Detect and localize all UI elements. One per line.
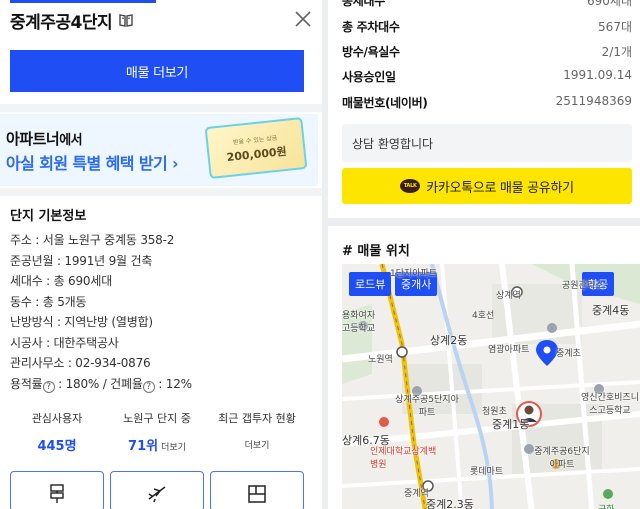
roadview-button[interactable]: 로드뷰 xyxy=(349,272,392,296)
info-ratio: 용적률? : 180% / 건폐율? : 12% xyxy=(10,375,192,396)
detail-listing-number: 매물번호(네이버) 2511948369 xyxy=(342,94,632,114)
info-constructor: 시공사 : 대한주택공사 xyxy=(10,335,119,350)
detail-approval: 사용승인일 1991.09.14 xyxy=(342,68,632,88)
map-label: 상계2동 xyxy=(430,334,468,347)
map-label: 롯데마트 xyxy=(470,467,504,477)
map-label: 상계주공5단지아파트 xyxy=(395,395,459,418)
location-title: # 매물 위치 xyxy=(342,244,410,259)
basic-info-list: 주소 : 서울 노원구 중계동 358-2 준공년월 : 1991년 9월 건축… xyxy=(10,231,192,395)
divider xyxy=(0,188,322,196)
more-listings-button[interactable]: 매물 더보기 xyxy=(10,50,304,92)
stat-rank-label: 노원구 단지 중 xyxy=(123,412,191,425)
map-label: 용화여자고등학교 xyxy=(342,311,376,334)
info-office: 관리사무소 : 02-934-0876 xyxy=(10,356,151,370)
map-label: 염광아파트 xyxy=(488,345,530,355)
ratio-suffix: : 12% xyxy=(154,376,192,391)
coupon-value: 200,000원 xyxy=(225,144,288,164)
detail-value: 690세대 xyxy=(587,0,632,8)
stat-interest-value: 445명 xyxy=(37,439,77,454)
detail-value: 2/1개 xyxy=(601,45,632,59)
top-button-edge[interactable] xyxy=(10,0,156,3)
stat-gap-label: 최근 갭투자 현황 xyxy=(218,412,296,425)
coupon-image: 받을 수 있는 상금 200,000원 xyxy=(204,117,308,179)
map-label: 영신간호비즈니스고등학교 xyxy=(581,393,639,416)
listing-panel: 총세대수 690세대 총 주차대수 567대 방수/욕실수 2/1개 사용승인일… xyxy=(328,0,640,509)
consult-message: 상담 환영합니다 xyxy=(342,124,632,162)
detail-label: 총세대수 xyxy=(342,0,385,8)
close-icon[interactable] xyxy=(292,8,314,30)
airplane-icon xyxy=(148,486,166,503)
complex-title: 중계주공4단지 xyxy=(10,12,113,33)
rank-more-link[interactable]: 더보기 xyxy=(161,443,186,453)
map-label: 상계역 xyxy=(496,291,521,301)
map-label: 인제대학교상계백병원 xyxy=(370,447,437,470)
map-label: 중계4동 xyxy=(592,304,630,317)
info-address: 주소 : 서울 노원구 중계동 358-2 xyxy=(10,233,175,247)
stat-interest-label: 관심사용자 xyxy=(31,412,83,425)
map-label: 4호선 xyxy=(472,311,495,321)
kakao-share-button[interactable]: TALK 카카오톡으로 매물 공유하기 xyxy=(342,168,632,204)
signpost-button[interactable] xyxy=(10,471,104,509)
ratio-label: 용적률 xyxy=(10,376,43,391)
gap-more-link[interactable]: 더보기 xyxy=(245,438,270,451)
stats-row: 관심사용자 445명 노원구 단지 중 71위 더보기 최근 갭투자 현황 더보기 xyxy=(0,410,322,460)
banner-line2: 아실 회원 특별 혜택 받기 › xyxy=(6,154,179,173)
signpost-icon xyxy=(50,484,64,503)
promo-banner[interactable]: 아파트너에서 아실 회원 특별 혜택 받기 › 받을 수 있는 상금 200,0… xyxy=(0,114,318,186)
help-icon[interactable]: ? xyxy=(142,380,155,393)
floorplan-icon xyxy=(248,485,266,503)
detail-rooms: 방수/욕실수 2/1개 xyxy=(342,43,632,63)
detail-value: 1991.09.14 xyxy=(563,68,632,82)
complex-header: 중계주공4단지 xyxy=(10,8,134,33)
map-label: 1단지아파트 xyxy=(390,269,438,279)
divider xyxy=(328,218,640,226)
ratio-mid: : 180% / 건폐율 xyxy=(54,376,143,391)
detail-parking: 총 주차대수 567대 xyxy=(342,18,632,38)
basic-info-title: 단지 기본정보 xyxy=(10,209,87,224)
stat-gap[interactable]: 최근 갭투자 현황 더보기 xyxy=(207,410,307,452)
airplane-button[interactable] xyxy=(110,471,204,509)
detail-households: 총세대수 690세대 xyxy=(342,0,632,12)
help-icon[interactable]: ? xyxy=(42,380,55,393)
banner-brand: 아파트너 xyxy=(6,130,60,148)
detail-value: 567대 xyxy=(598,20,632,34)
map-label: 중계1동 xyxy=(492,418,530,431)
map-label: 중계2.3동 xyxy=(426,498,474,509)
floorplan-button[interactable] xyxy=(210,471,304,509)
book-icon[interactable] xyxy=(118,12,134,28)
stat-interest: 관심사용자 445명 xyxy=(7,410,107,454)
map-label: 중계초 xyxy=(556,349,581,359)
detail-label: 사용승인일 xyxy=(342,70,396,84)
detail-label: 매물번호(네이버) xyxy=(342,96,428,110)
stat-rank-value: 71위 xyxy=(128,439,159,454)
banner-line1: 아파트너에서 xyxy=(6,128,83,149)
stat-rank[interactable]: 노원구 단지 중 71위 더보기 xyxy=(107,410,207,454)
info-built: 준공년월 : 1991년 9월 건축 xyxy=(10,253,153,268)
info-households: 세대수 : 총 690세대 xyxy=(10,274,113,288)
info-heating: 난방방식 : 지역난방 (열병합) xyxy=(10,315,153,329)
map-label: 중계주공6단지아파트 xyxy=(534,447,590,470)
map-label: 근화 xyxy=(598,502,615,509)
kakao-share-label: 카카오톡으로 매물 공유하기 xyxy=(426,180,574,196)
location-map[interactable]: 로드뷰 중개사 항공 1단지아파트 용화여자고등학교 상계역 공원관리소 중계4… xyxy=(342,264,640,509)
detail-label: 방수/욕실수 xyxy=(342,45,400,59)
detail-label: 총 주차대수 xyxy=(342,20,400,34)
map-label: 노원역 xyxy=(368,355,393,365)
banner-suffix: 에서 xyxy=(59,133,83,148)
divider xyxy=(0,104,322,112)
complex-panel: 중계주공4단지 매물 더보기 아파트너에서 아실 회원 특별 혜택 받기 › 받… xyxy=(0,0,322,509)
map-label: 공원관리소 xyxy=(562,281,604,291)
info-buildings: 동수 : 총 5개동 xyxy=(10,294,87,309)
detail-value: 2511948369 xyxy=(555,94,632,108)
kakao-talk-icon: TALK xyxy=(400,179,421,193)
